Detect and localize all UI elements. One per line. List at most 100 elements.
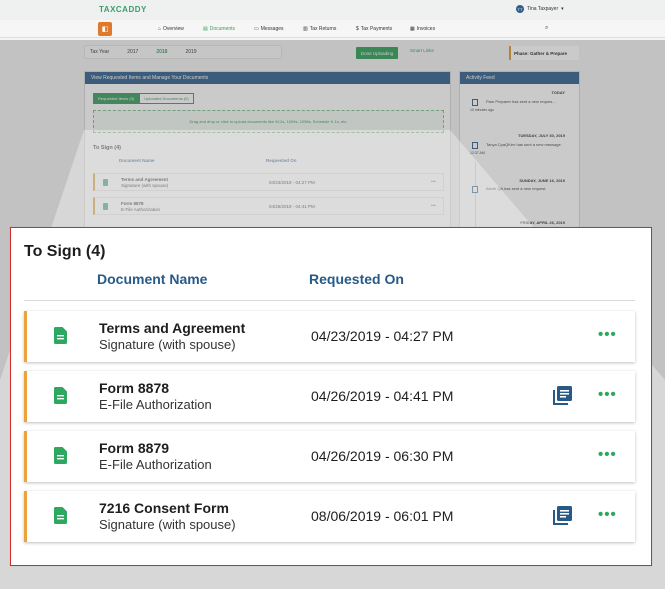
main-nav: ◧ ⌂ Overview ▤ Documents ▭ Messages ▥ Tax Re… xyxy=(0,20,665,38)
firm-logo-icon: ◧ xyxy=(98,22,112,36)
mini-row-name: Form 8878 E-File Authorization xyxy=(121,201,161,212)
feed-item[interactable]: Alerie QA has sent a new request. xyxy=(486,186,546,191)
more-options-icon[interactable]: ••• xyxy=(598,327,617,343)
feed-day: TUESDAY, JULY 30, 2019 xyxy=(518,133,565,138)
document-icon xyxy=(103,179,108,186)
document-subtitle: Signature (with spouse) xyxy=(99,337,236,352)
search-icon[interactable]: ⌕ xyxy=(545,25,548,32)
nav-label: Tax Payments xyxy=(360,26,393,32)
mini-row[interactable]: Terms and Agreement Signature (with spous… xyxy=(93,173,444,191)
nav-label: Documents xyxy=(209,26,236,32)
nav-label: Messages xyxy=(260,26,284,32)
feed-item[interactable]: Pam Preparer has sent a new reques... xyxy=(486,99,556,104)
more-options-icon[interactable]: ••• xyxy=(598,447,617,463)
returns-icon: ▥ xyxy=(303,26,308,32)
mini-row[interactable]: Form 8878 E-File Authorization 04/26/2019… xyxy=(93,197,444,215)
feed-time: 12:37 AM xyxy=(470,151,485,155)
nav-documents[interactable]: ▤ Documents xyxy=(203,26,235,32)
document-name: Terms and Agreement xyxy=(99,320,246,336)
header-divider xyxy=(24,300,635,301)
requested-date: 04/26/2019 - 04:41 PM xyxy=(311,388,454,404)
table-row[interactable]: Form 8878 E-File Authorization 04/26/201… xyxy=(24,371,635,422)
mini-col-requested: Requested On xyxy=(266,158,297,163)
upload-dropzone[interactable]: Drag and drop or click to upload documen… xyxy=(93,110,444,133)
feed-day: FRIDAY, APRIL 26, 2019 xyxy=(520,220,565,225)
activity-feed-title: Activity Feed xyxy=(460,72,579,84)
feed-day: TODAY xyxy=(551,90,565,95)
column-header-document-name[interactable]: Document Name xyxy=(97,271,207,287)
document-icon xyxy=(472,99,478,106)
more-options-icon[interactable]: ••• xyxy=(431,179,436,184)
document-icon: ▤ xyxy=(203,26,208,32)
document-icon xyxy=(54,447,67,464)
requested-date: 08/06/2019 - 06:01 PM xyxy=(311,508,454,524)
more-options-icon[interactable]: ••• xyxy=(431,203,436,208)
review-document-icon[interactable] xyxy=(553,386,572,405)
year-2017[interactable]: 2017 xyxy=(127,49,138,55)
nav-label: Tax Returns xyxy=(309,26,337,32)
document-icon xyxy=(103,203,108,210)
document-tabs: Requested Items (3) Uploaded Documents (… xyxy=(93,93,194,104)
year-2019[interactable]: 2019 xyxy=(185,49,196,55)
document-name: Form 8879 xyxy=(99,440,170,456)
year-2018[interactable]: 2018 xyxy=(156,49,167,55)
mini-col-document: Document Name xyxy=(119,158,155,163)
document-name: Form 8878 xyxy=(99,380,170,396)
nav-tax-returns[interactable]: ▥ Tax Returns xyxy=(303,26,336,32)
document-icon xyxy=(472,186,478,193)
nav-label: Invoices xyxy=(416,26,436,32)
screen: TAXCADDY TT Tina Taxpayer ▾ ◧ ⌂ Overview … xyxy=(0,0,665,589)
nav-overview[interactable]: ⌂ Overview xyxy=(158,26,184,32)
document-icon xyxy=(472,142,478,149)
requested-date: 04/23/2019 - 04:27 PM xyxy=(311,328,454,344)
message-icon: ▭ xyxy=(254,26,259,32)
nav-messages[interactable]: ▭ Messages xyxy=(254,26,284,32)
document-icon xyxy=(54,387,67,404)
to-sign-zoom-panel: To Sign (4) Document Name Requested On T… xyxy=(10,227,652,566)
document-icon xyxy=(54,327,67,344)
documents-panel: View Requested Items and Manage Your Doc… xyxy=(84,71,451,231)
feed-item[interactable]: Tanya CpaQKen has sent a new message. xyxy=(486,142,562,147)
document-name: 7216 Consent Form xyxy=(99,500,229,516)
mini-to-sign-title: To Sign (4) xyxy=(93,145,122,151)
more-options-icon[interactable]: ••• xyxy=(598,507,617,523)
payment-icon: $ xyxy=(356,26,359,32)
document-subtitle: E-File Authorization xyxy=(99,397,212,412)
user-menu[interactable]: TT Tina Taxpayer ▾ xyxy=(516,5,564,13)
mini-row-name: Terms and Agreement Signature (with spous… xyxy=(121,177,169,188)
feed-time: 10 minutes ago xyxy=(470,108,494,112)
tax-year-label: Tax Year xyxy=(90,49,110,55)
review-document-icon[interactable] xyxy=(553,506,572,525)
tax-year-selector: Tax Year 2017 2018 2019 xyxy=(84,45,282,59)
table-row[interactable]: 7216 Consent Form Signature (with spouse… xyxy=(24,491,635,542)
mini-row-date: 04/23/2019 - 04:27 PM xyxy=(269,180,315,185)
home-icon: ⌂ xyxy=(158,26,162,32)
nav-tax-payments[interactable]: $ Tax Payments xyxy=(356,26,392,32)
column-header-requested-on[interactable]: Requested On xyxy=(309,271,404,287)
requested-date: 04/26/2019 - 06:30 PM xyxy=(311,448,454,464)
chevron-down-icon: ▾ xyxy=(561,6,564,12)
activity-feed: Activity Feed TODAY Pam Preparer has sen… xyxy=(459,71,580,302)
app-logo: TAXCADDY xyxy=(99,5,147,14)
tab-requested-items[interactable]: Requested Items (3) xyxy=(93,93,140,104)
mini-row-date: 04/26/2019 - 04:41 PM xyxy=(269,204,315,209)
document-subtitle: E-File Authorization xyxy=(99,457,212,472)
user-name: Tina Taxpayer xyxy=(527,6,559,12)
tab-uploaded-documents[interactable]: Uploaded Documents (0) xyxy=(139,93,194,104)
top-bar: TAXCADDY TT Tina Taxpayer ▾ xyxy=(0,0,665,20)
nav-label: Overview xyxy=(163,26,184,32)
nav-invoices[interactable]: ▦ Invoices xyxy=(410,26,435,32)
document-icon xyxy=(54,507,67,524)
done-uploading-button[interactable]: Done Uploading xyxy=(356,47,398,59)
feed-day: SUNDAY, JUNE 16, 2019 xyxy=(519,178,565,183)
avatar: TT xyxy=(516,5,524,13)
table-row[interactable]: Terms and Agreement Signature (with spou… xyxy=(24,311,635,362)
to-sign-title: To Sign (4) xyxy=(24,243,106,260)
table-row[interactable]: Form 8879 E-File Authorization 04/26/201… xyxy=(24,431,635,482)
more-options-icon[interactable]: ••• xyxy=(598,387,617,403)
document-subtitle: Signature (with spouse) xyxy=(99,517,236,532)
panel-title: View Requested Items and Manage Your Doc… xyxy=(85,72,450,84)
invoice-icon: ▦ xyxy=(410,26,415,32)
smart-links-button[interactable]: Smart Links xyxy=(410,48,434,53)
phase-badge: Phase: Gather & Prepare xyxy=(509,46,579,60)
